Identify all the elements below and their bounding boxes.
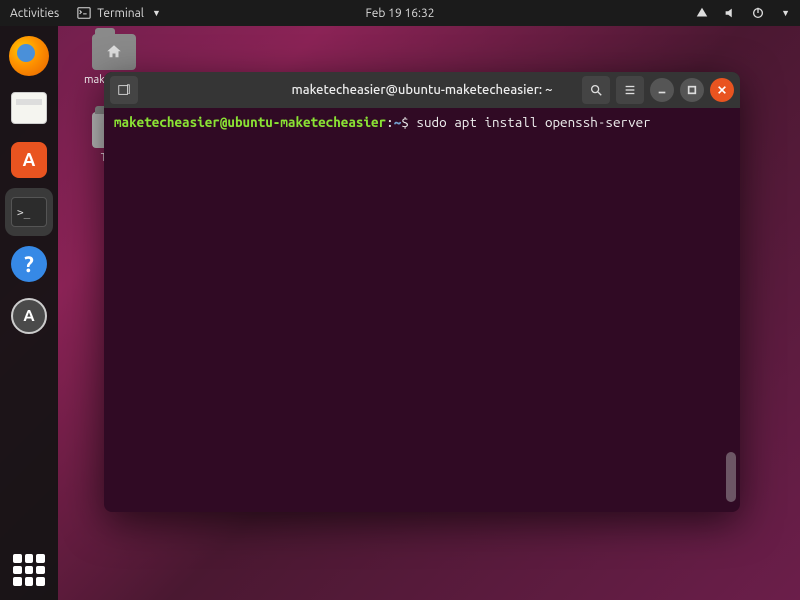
prompt-colon: : xyxy=(386,114,394,130)
clock[interactable]: Feb 19 16:32 xyxy=(365,7,434,20)
network-icon[interactable] xyxy=(695,6,709,20)
prompt-user: maketecheasier@ubuntu-maketecheasier xyxy=(114,114,386,130)
terminal-icon: >_ xyxy=(11,197,47,227)
menu-button[interactable] xyxy=(616,76,644,104)
dock-terminal[interactable]: >_ xyxy=(5,188,53,236)
volume-icon[interactable] xyxy=(723,6,737,20)
minimize-button[interactable] xyxy=(650,78,674,102)
new-tab-button[interactable] xyxy=(110,76,138,104)
command-text: sudo apt install openssh-server xyxy=(416,114,650,130)
folder-icon xyxy=(92,34,136,70)
titlebar[interactable]: maketecheasier@ubuntu-maketecheasier: ~ xyxy=(104,72,740,108)
search-button[interactable] xyxy=(582,76,610,104)
files-icon xyxy=(11,92,47,124)
app-menu[interactable]: Terminal ▼ xyxy=(77,6,161,20)
search-icon xyxy=(589,83,603,97)
hamburger-icon xyxy=(623,83,637,97)
firefox-icon xyxy=(9,36,49,76)
terminal-icon xyxy=(77,6,91,20)
chevron-down-icon: ▼ xyxy=(152,8,161,18)
help-icon: ? xyxy=(11,246,47,282)
dock-files[interactable] xyxy=(5,84,53,132)
prompt-dollar: $ xyxy=(401,114,409,130)
top-panel: Activities Terminal ▼ Feb 19 16:32 ▼ xyxy=(0,0,800,26)
show-applications-button[interactable] xyxy=(13,554,45,586)
chevron-down-icon[interactable]: ▼ xyxy=(781,8,790,18)
dock-updater[interactable]: A xyxy=(5,292,53,340)
dock-firefox[interactable] xyxy=(5,32,53,80)
activities-button[interactable]: Activities xyxy=(10,7,59,20)
window-title: maketecheasier@ubuntu-maketecheasier: ~ xyxy=(292,83,553,97)
maximize-button[interactable] xyxy=(680,78,704,102)
software-updater-icon: A xyxy=(11,298,47,334)
close-button[interactable] xyxy=(710,78,734,102)
scrollbar[interactable] xyxy=(726,452,736,502)
terminal-body[interactable]: maketecheasier@ubuntu-maketecheasier:~$ … xyxy=(104,108,740,512)
terminal-window: maketecheasier@ubuntu-maketecheasier: ~ … xyxy=(104,72,740,512)
software-center-icon: A xyxy=(11,142,47,178)
dock-software[interactable]: A xyxy=(5,136,53,184)
dock-help[interactable]: ? xyxy=(5,240,53,288)
power-icon[interactable] xyxy=(751,6,765,20)
maximize-icon xyxy=(687,85,697,95)
dock: A >_ ? A xyxy=(0,26,58,600)
minimize-icon xyxy=(657,85,667,95)
close-icon xyxy=(717,85,727,95)
